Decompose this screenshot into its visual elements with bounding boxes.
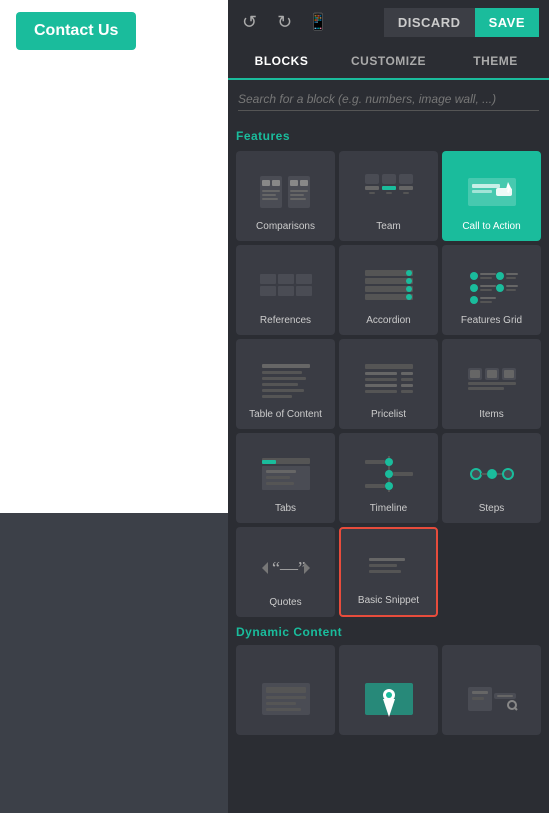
block-call-to-action[interactable]: Call to Action [442, 151, 541, 241]
references-label: References [260, 314, 311, 327]
dynamic-icon-1 [256, 677, 316, 721]
block-steps[interactable]: Steps [442, 433, 541, 523]
call-to-action-label: Call to Action [462, 220, 520, 233]
left-dark-area [0, 513, 228, 813]
search-input[interactable] [238, 88, 539, 111]
dynamic-block-2[interactable] [339, 645, 438, 735]
right-panel: ↺ ↻ 📱 DISCARD SAVE BLOCKS CUSTOMIZE THEM… [228, 0, 549, 813]
dynamic-content-grid [236, 645, 541, 735]
dynamic-block-1[interactable] [236, 645, 335, 735]
block-pricelist[interactable]: Pricelist [339, 339, 438, 429]
tab-customize[interactable]: CUSTOMIZE [335, 44, 442, 78]
items-icon [462, 358, 522, 402]
pricelist-label: Pricelist [371, 408, 406, 421]
redo-button[interactable]: ↻ [273, 8, 296, 37]
comparisons-icon [256, 170, 316, 214]
table-of-content-label: Table of Content [249, 408, 322, 421]
contact-us-button[interactable]: Contact Us [16, 12, 136, 50]
block-timeline[interactable]: Timeline [339, 433, 438, 523]
block-features-grid[interactable]: Features Grid [442, 245, 541, 335]
features-grid-section: Comparisons T [236, 151, 541, 617]
timeline-label: Timeline [370, 502, 407, 515]
left-panel: Contact Us [0, 0, 228, 813]
undo-button[interactable]: ↺ [238, 8, 261, 37]
steps-label: Steps [479, 502, 505, 515]
top-bar-right: DISCARD SAVE [384, 8, 539, 37]
block-table-of-content[interactable]: Table of Content [236, 339, 335, 429]
features-grid-label: Features Grid [461, 314, 522, 327]
top-bar: ↺ ↻ 📱 DISCARD SAVE [228, 0, 549, 44]
tab-theme[interactable]: THEME [442, 44, 549, 78]
tabs-icon [256, 452, 316, 496]
block-accordion[interactable]: Accordion [339, 245, 438, 335]
svg-text:“—”: “—” [272, 558, 306, 578]
accordion-icon [359, 264, 419, 308]
team-icon [359, 170, 419, 214]
blocks-area[interactable]: Features [228, 119, 549, 813]
quotes-icon: “—” [256, 546, 316, 590]
block-tabs[interactable]: Tabs [236, 433, 335, 523]
dynamic-icon-3 [462, 677, 522, 721]
top-bar-left: ↺ ↻ 📱 [238, 8, 328, 37]
basic-snippet-icon [359, 544, 419, 588]
comparisons-label: Comparisons [256, 220, 315, 233]
dynamic-content-section-label: Dynamic Content [236, 625, 541, 639]
block-quotes[interactable]: “—” Quotes [236, 527, 335, 617]
tabs-label: Tabs [275, 502, 296, 515]
tabs-row: BLOCKS CUSTOMIZE THEME [228, 44, 549, 80]
tab-blocks[interactable]: BLOCKS [228, 44, 335, 80]
block-team[interactable]: Team [339, 151, 438, 241]
features-grid-icon [462, 264, 522, 308]
accordion-label: Accordion [366, 314, 410, 327]
pricelist-icon [359, 358, 419, 402]
dynamic-block-3[interactable] [442, 645, 541, 735]
search-bar [228, 80, 549, 119]
mobile-icon: 📱 [308, 12, 328, 32]
steps-icon [462, 452, 522, 496]
features-section-label: Features [236, 129, 541, 143]
quotes-label: Quotes [269, 596, 301, 609]
left-white-area [0, 62, 228, 513]
block-basic-snippet[interactable]: Basic Snippet [339, 527, 438, 617]
timeline-icon [359, 452, 419, 496]
team-label: Team [376, 220, 400, 233]
block-comparisons[interactable]: Comparisons [236, 151, 335, 241]
basic-snippet-label: Basic Snippet [358, 594, 419, 607]
discard-button[interactable]: DISCARD [384, 8, 475, 37]
references-icon [256, 264, 316, 308]
block-references[interactable]: References [236, 245, 335, 335]
dynamic-icon-2 [359, 677, 419, 721]
save-button[interactable]: SAVE [475, 8, 539, 37]
call-to-action-icon [462, 170, 522, 214]
items-label: Items [479, 408, 503, 421]
table-of-content-icon [256, 358, 316, 402]
block-items[interactable]: Items [442, 339, 541, 429]
